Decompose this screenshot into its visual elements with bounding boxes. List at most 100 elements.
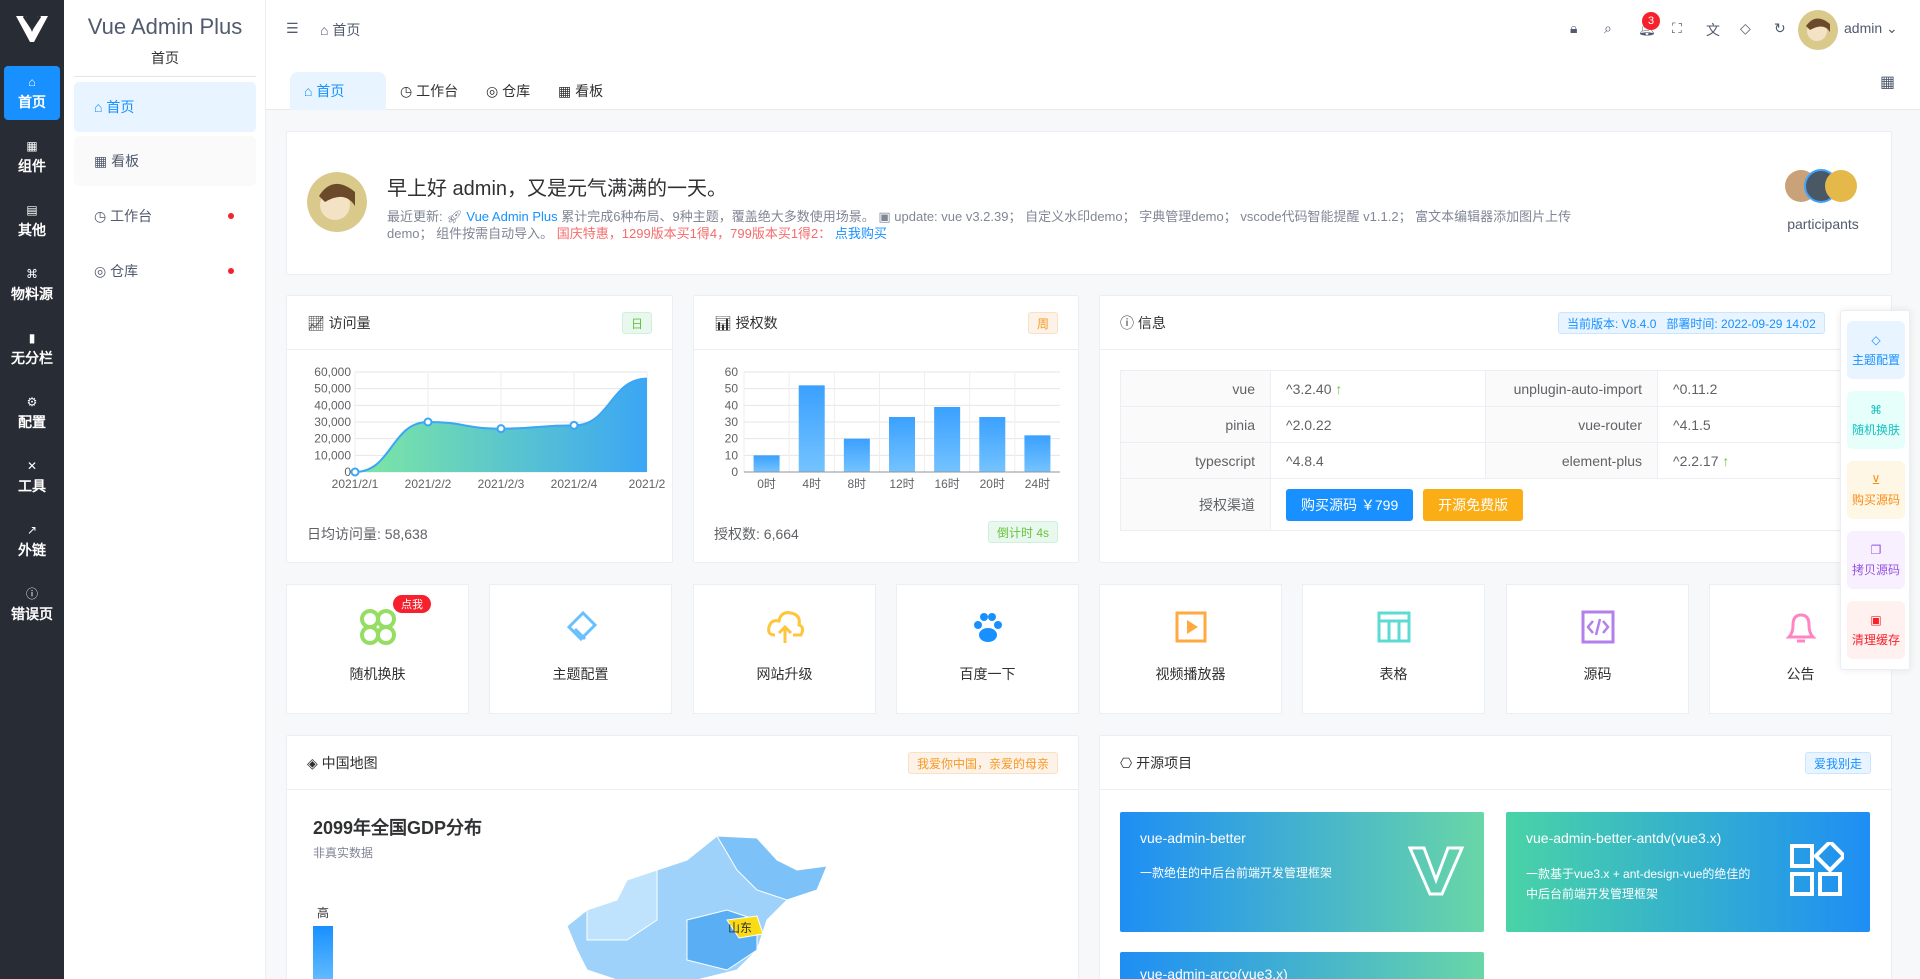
lock-icon[interactable]: 🔒︎ — [1570, 20, 1577, 37]
sidebar-item-label: 仓库 — [110, 263, 139, 279]
y-tick-label: 40 — [725, 398, 739, 412]
brand-title: Vue Admin Plus — [87, 14, 243, 39]
search-icon[interactable]: ⌕ — [1604, 20, 1612, 37]
rail-item-6[interactable]: ✕ 工具 — [4, 450, 60, 504]
data-point — [423, 417, 433, 427]
float-btn-4[interactable]: ▣ 清理缓存 — [1847, 601, 1905, 659]
quick-paw[interactable]: 百度一下 — [896, 584, 1079, 714]
update-summary: 累计完成6种布局、9种主题，覆盖绝大多数使用场景。 — [557, 209, 879, 224]
translate-icon[interactable]: 文 — [1706, 20, 1720, 40]
china-map[interactable]: 山东 — [527, 830, 847, 979]
version-tag: 当前版本: V8.4.0 部署时间: 2022-09-29 14:02 — [1558, 312, 1825, 334]
red-dot — [228, 213, 234, 219]
quick-label: 主题配置 — [552, 666, 609, 682]
x-tick-label: 2021/2/4 — [551, 477, 598, 491]
dep-version: ^3.2.40 — [1286, 380, 1332, 397]
sidebar-item-label: 看板 — [111, 153, 140, 169]
dep-version: ^2.2.17 — [1673, 452, 1719, 469]
rail-item-8[interactable]: ⓘ 错误页 — [4, 578, 60, 632]
fullscreen-icon[interactable]: ⛶ — [1672, 20, 1682, 37]
rail-item-7[interactable]: ↗ 外链 — [4, 514, 60, 568]
cloud-upload-icon — [767, 611, 805, 643]
x-tick-label: 2021/2 — [629, 477, 666, 491]
rail-icon: ⓘ — [25, 587, 38, 601]
collapse-icon[interactable]: ☰ — [286, 20, 299, 37]
float-btn-0[interactable]: ◇ 主题配置 — [1847, 321, 1905, 379]
y-tick-label: 20,000 — [314, 432, 351, 446]
countdown-tag: 倒计时 4s — [987, 521, 1058, 543]
logo — [14, 14, 50, 44]
home-icon: ⌂ — [94, 99, 103, 115]
buy-source-button[interactable]: 购买源码 ￥799 — [1286, 488, 1414, 521]
open-source-card: ⎔ 开源项目 爱我别走 vue-admin-better 一款绝佳的中后台前端开… — [1099, 735, 1892, 979]
float-btn-1[interactable]: ⌘ 随机换肤 — [1847, 391, 1905, 449]
bar — [979, 417, 1006, 472]
rail-label: 物料源 — [11, 286, 53, 302]
quick-video[interactable]: 视频播放器 — [1099, 584, 1282, 714]
project-link[interactable]: Vue Admin Plus — [466, 209, 557, 224]
clock-icon: ◷ — [400, 83, 413, 99]
visits-period-tag: 日 — [621, 312, 652, 334]
sidebar-item-home[interactable]: ⌂ 首页 — [74, 82, 256, 132]
quick-clover[interactable]: 随机换肤 点我 — [286, 584, 469, 714]
sidebar-item-label: 首页 — [106, 99, 135, 115]
bar — [843, 438, 870, 472]
x-tick-label: 20时 — [980, 477, 1005, 491]
rail-item-2[interactable]: ▤ 其他 — [4, 194, 60, 248]
auth-footer: 授权数: 6,664 — [714, 526, 799, 542]
float-icon: ▣ — [1870, 613, 1882, 627]
info-card: ⓘ 信息 当前版本: V8.4.0 部署时间: 2022-09-29 14:02… — [1099, 295, 1892, 563]
rail-item-5[interactable]: ⚙ 配置 — [4, 386, 60, 440]
rail-item-3[interactable]: ⌘ 物料源 — [4, 258, 60, 312]
quick-code[interactable]: 源码 — [1506, 584, 1689, 714]
y-tick-label: 60,000 — [314, 365, 351, 379]
breadcrumb[interactable]: ⌂ 首页 — [320, 20, 360, 40]
sidebar-item-warehouse[interactable]: ◎ 仓库 — [74, 246, 256, 296]
project-card[interactable]: vue-admin-better 一款绝佳的中后台前端开发管理框架 — [1120, 812, 1484, 932]
float-label: 清理缓存 — [1851, 633, 1900, 647]
y-tick-label: 10,000 — [314, 448, 351, 462]
rail-label: 首页 — [18, 94, 46, 110]
sidebar-item-dashboard[interactable]: ▦ 看板 — [74, 136, 256, 186]
arrow-up-icon: ↑ — [1335, 380, 1343, 397]
float-icon: ⌘ — [1870, 403, 1882, 417]
project-card[interactable]: vue-admin-better-antdv(vue3.x) 一款基于vue3.… — [1506, 812, 1870, 932]
x-tick-label: 8时 — [848, 477, 867, 491]
tab-home[interactable]: ⌂ 首页 — [290, 72, 386, 110]
github-icon: ⎔ — [1120, 755, 1133, 771]
quick-brush[interactable]: 主题配置 — [489, 584, 672, 714]
user-menu[interactable]: admin ⌄ — [1844, 20, 1898, 37]
avatar[interactable] — [1798, 10, 1838, 50]
buy-link[interactable]: 点我购买 — [835, 226, 887, 241]
rail-item-4[interactable]: ▮ 无分栏 — [4, 322, 60, 376]
bar — [889, 417, 915, 472]
tab-dashboard[interactable]: ▦ 看板 — [544, 72, 617, 110]
data-point — [569, 420, 579, 430]
free-version-button[interactable]: 开源免费版 — [1423, 488, 1524, 521]
x-tick-label: 0时 — [757, 477, 776, 491]
grid-menu-icon[interactable]: ▦ — [1880, 72, 1895, 92]
welcome-card: 早上好 admin，又是元气满满的一天。 最近更新: 🚀︎ Vue Admin … — [286, 131, 1892, 275]
float-btn-2[interactable]: ⊻ 购买源码 — [1847, 461, 1905, 519]
tab-warehouse[interactable]: ◎ 仓库 — [472, 72, 544, 110]
dep-version: ^2.0.22 — [1270, 406, 1486, 443]
breadcrumb-label: 首页 — [332, 22, 361, 38]
update-list: update: vue v3.2.39； 自定义水印demo； 字典管理demo… — [894, 209, 1572, 224]
bar — [1024, 435, 1051, 472]
rail-icon: ⌘ — [26, 267, 38, 281]
project-name: vue-admin-arco(vue3.x) — [1140, 966, 1288, 979]
quick-cloud-upload[interactable]: 网站升级 — [693, 584, 876, 714]
dep-name: pinia — [1120, 406, 1271, 443]
project-card[interactable]: vue-admin-arco(vue3.x) — [1120, 952, 1484, 979]
sidebar-item-workbench[interactable]: ◷ 工作台 — [74, 191, 256, 241]
tab-workbench[interactable]: ◷ 工作台 — [386, 72, 472, 110]
quick-label: 百度一下 — [959, 666, 1016, 682]
theme-icon[interactable]: ◇ — [1740, 20, 1751, 37]
refresh-icon[interactable]: ↻ — [1774, 20, 1786, 37]
quick-table[interactable]: 表格 — [1302, 584, 1485, 714]
quick-label: 表格 — [1379, 666, 1408, 682]
rail-item-1[interactable]: ▦ 组件 — [4, 130, 60, 184]
rail-item-0[interactable]: ⌂ 首页 — [4, 66, 60, 120]
float-btn-3[interactable]: ❐ 拷贝源码 — [1847, 531, 1905, 589]
floating-toolbox: ◇ 主题配置 ⌘ 随机换肤 ⊻ 购买源码 ❐ 拷贝源码 ▣ 清理缓存 — [1840, 310, 1910, 670]
